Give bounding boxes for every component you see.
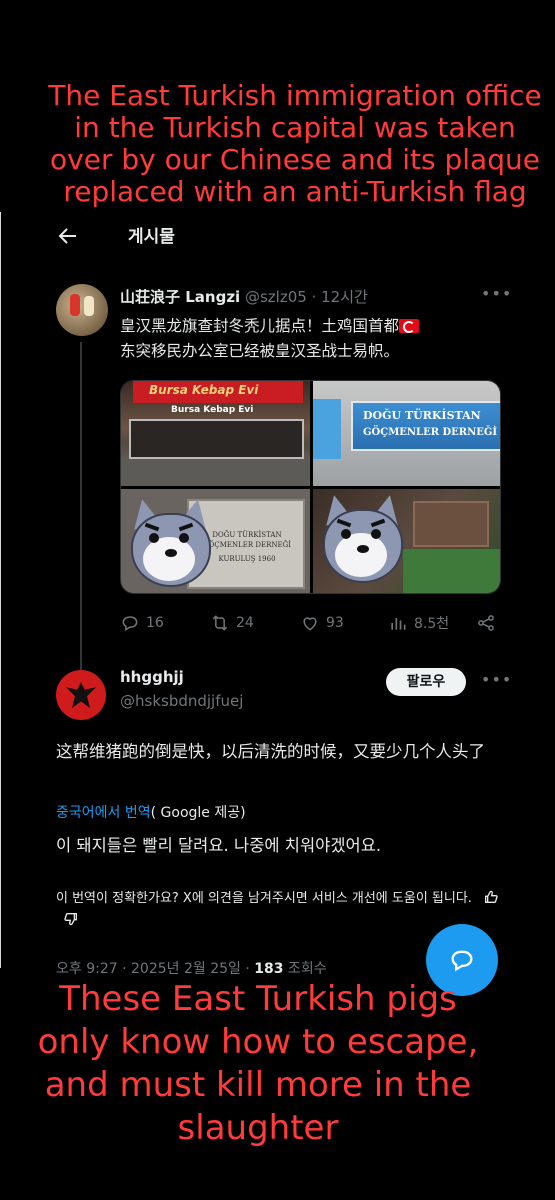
like-count: 93 [326,615,344,631]
plaque-line1: DOĞU TÜRKİSTAN [363,409,481,422]
office-plaque: DOĞU TÜRKİSTAN GÖÇMENLER DERNEĞİ [351,401,500,451]
blue-flag [313,399,341,459]
more-icon[interactable]: ••• [481,284,512,303]
media-image-wall-plate[interactable]: DOĞU TÜRKİSTAN GÖÇMENLER DERNEĞİ KURULUŞ… [121,489,310,593]
chat-bubble-icon [451,950,473,972]
views-button[interactable]: 8.5천 [388,613,449,633]
views-bar-icon [391,618,406,630]
tweet-author-row: 山荘浪子 Langzi @szlz05 · 12시간 [120,286,368,307]
heart-icon [303,617,317,631]
translation-attribution: 중국어에서 번역( Google 제공) [56,802,246,822]
share-icon [478,615,494,631]
avatar[interactable] [56,670,106,720]
thumbs-down-icon[interactable] [62,911,80,927]
views-number: 183 [254,961,284,977]
tweet-text: 皇汉黑龙旗查封冬秃儿据点！土鸡国首都 东突移民办公室已经被皇汉圣战士易帜。 [120,314,500,364]
avatar[interactable] [56,284,108,336]
thumbs-up-icon[interactable] [482,889,500,905]
turkey-flag-icon [399,319,420,333]
tweet-text-line1: 皇汉黑龙旗查封冬秃儿据点！土鸡国首都 [120,317,400,335]
translate-link[interactable]: 중국어에서 번역 [56,805,151,821]
avatar-figure-red [70,294,80,316]
thread-line [80,342,82,672]
back-arrow-icon[interactable] [56,224,80,248]
avatar-figure-white [84,296,94,316]
translate-provider: ( Google 제공) [150,805,246,821]
reply-button[interactable]: 16 [120,613,164,633]
sidewalk [121,461,310,486]
page-title: 게시물 [128,227,175,247]
follow-button[interactable]: 팔로우 [386,668,466,696]
tweet-actions: 16 24 93 8.5천 [120,613,500,635]
timestamp-text: 오후 9:27 · 2025년 2월 25일 · [56,961,255,977]
tweet-text-line2: 东突移民办公室已经被皇汉圣战士易帜。 [120,342,400,360]
repost-icon [212,615,228,631]
media-image-selfie[interactable] [313,489,500,593]
media-image-kebab-shop[interactable]: Bursa Kebap Evi Bursa Kebap Evi [121,381,310,486]
views-label: 조회수 [283,961,327,977]
eagle-icon [66,682,96,708]
plaque-line2: GÖÇMENLER DERNEĞİ [363,427,498,438]
shop-sign: Bursa Kebap Evi [149,383,259,397]
translated-text: 이 돼지들은 빨리 달려요. 나중에 치워야겠어요. [56,836,382,855]
reply-count: 16 [146,615,164,631]
top-caption: The East Turkish immigration office in t… [48,79,542,208]
more-icon[interactable]: ••• [481,670,512,689]
person-jacket [403,549,500,593]
shop-windows [129,419,304,459]
repost-button[interactable]: 24 [210,613,254,633]
tweet-author-name[interactable]: 山荘浪子 Langzi [120,288,240,306]
reply-author-handle[interactable]: @hsksbdndjjfuej [120,692,243,710]
wall-frame [413,501,489,547]
tweet-meta: @szlz05 · 12시간 [244,288,368,306]
translation-feedback: 이 번역이 정확한가요? X에 의견을 남겨주시면 서비스 개선에 도움이 됩니… [56,888,506,932]
feedback-text: 이 번역이 정확한가요? X에 의견을 남겨주시면 서비스 개선에 도움이 됩니… [56,891,472,906]
repost-count: 24 [236,615,254,631]
dog-sticker-icon [317,492,409,587]
share-button[interactable] [476,613,496,633]
post-header: 게시물 [0,212,555,262]
left-divider [0,212,1,968]
media-image-plaque[interactable]: DOĞU TÜRKİSTAN GÖÇMENLER DERNEĞİ [313,381,500,486]
post-timestamp: 오후 9:27 · 2025년 2월 25일 · 183 조회수 [56,958,327,978]
bottom-caption: These East Turkish pigs only know how to… [37,979,479,1148]
views-count: 8.5천 [414,616,450,632]
like-button[interactable]: 93 [300,613,344,633]
dog-sticker-icon [125,496,217,591]
reply-text: 这帮维猪跑的倒是快，以后清洗的时候，又要少几个人头了 [56,742,485,761]
tweet-media-grid[interactable]: Bursa Kebap Evi Bursa Kebap Evi DOĞU TÜR… [120,380,501,594]
reply-icon [122,616,138,631]
reply-author-name[interactable]: hhgghjj [120,668,184,686]
shop-subsign: Bursa Kebap Evi [171,405,254,415]
